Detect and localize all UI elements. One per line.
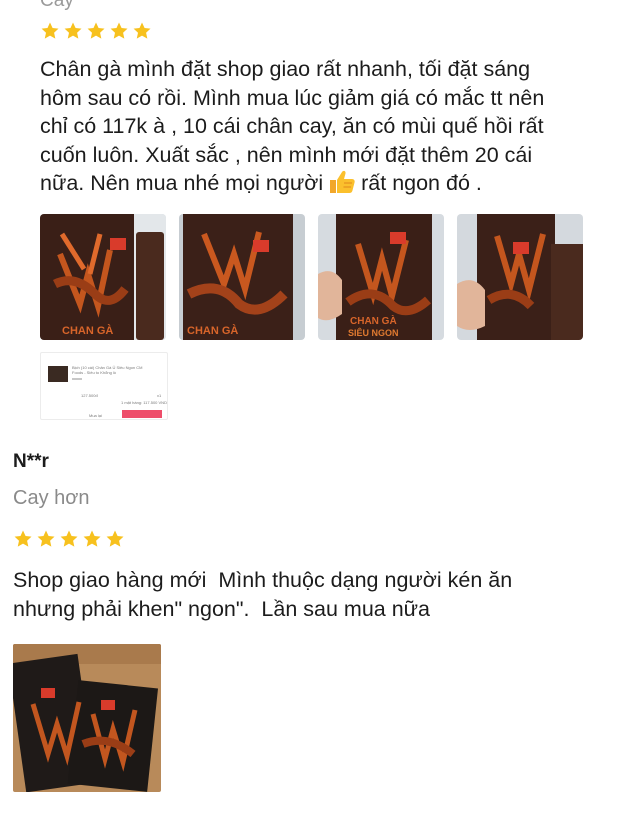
product-photo: CHAN GÀ <box>179 214 305 340</box>
product-photo: CHAN GÀ <box>40 214 166 340</box>
screenshot-buy-again: Mua lại <box>89 413 102 418</box>
review-photo-order-screenshot[interactable]: Bịch (10 cái) Chân Gà Ủ Siêu Ngon CM Foo… <box>40 352 168 420</box>
review1-variant: Cay <box>40 0 74 11</box>
product-photo <box>457 214 583 340</box>
product-thumbnail <box>48 366 68 382</box>
star-icon <box>60 530 78 547</box>
photo-package-sublabel: SIÊU NGON <box>348 327 399 338</box>
star-icon <box>133 22 151 39</box>
review-photo-2[interactable]: CHAN GÀ <box>179 214 305 340</box>
star-icon <box>14 530 32 547</box>
star-icon <box>87 22 105 39</box>
review1-rating <box>40 21 152 41</box>
reviewer-username: N**r <box>13 451 49 472</box>
product-photo: CHAN GÀ SIÊU NGON <box>318 214 444 340</box>
star-icon <box>83 530 101 547</box>
photo-package-label: CHAN GÀ <box>62 324 113 337</box>
screenshot-price: 127.500đ <box>81 393 98 398</box>
review2-variant: Cay hơn <box>13 487 90 509</box>
screenshot-view-review-button <box>122 410 162 418</box>
divider <box>72 378 82 380</box>
review1-text-tail: rất ngon đó . <box>361 171 482 195</box>
review1-text: Chân gà mình đặt shop giao rất nhanh, tố… <box>40 55 620 198</box>
star-icon <box>64 22 82 39</box>
photo-package-label: CHAN GÀ <box>350 314 397 327</box>
review2-rating <box>13 529 125 549</box>
star-icon <box>37 530 55 547</box>
review-photo-3[interactable]: CHAN GÀ SIÊU NGON <box>318 214 444 340</box>
photo-package-label: CHAN GÀ <box>187 324 238 337</box>
screenshot-product-name-2: Foods - Siêu to Khổng lồ <box>72 370 117 375</box>
review-photo-1[interactable]: CHAN GÀ <box>40 214 166 340</box>
screenshot-qty: x1 <box>157 393 162 398</box>
thumbs-up-icon <box>330 170 355 193</box>
review2-photo-1[interactable] <box>13 644 161 792</box>
review2-text: Shop giao hàng mới Mình thuộc dạng người… <box>13 568 513 621</box>
product-box-photo <box>13 644 161 792</box>
review-photo-4[interactable] <box>457 214 583 340</box>
star-icon <box>106 530 124 547</box>
star-icon <box>41 22 59 39</box>
star-icon <box>110 22 128 39</box>
screenshot-total: 1 mặt hàng: 117.500 VND <box>121 400 167 405</box>
